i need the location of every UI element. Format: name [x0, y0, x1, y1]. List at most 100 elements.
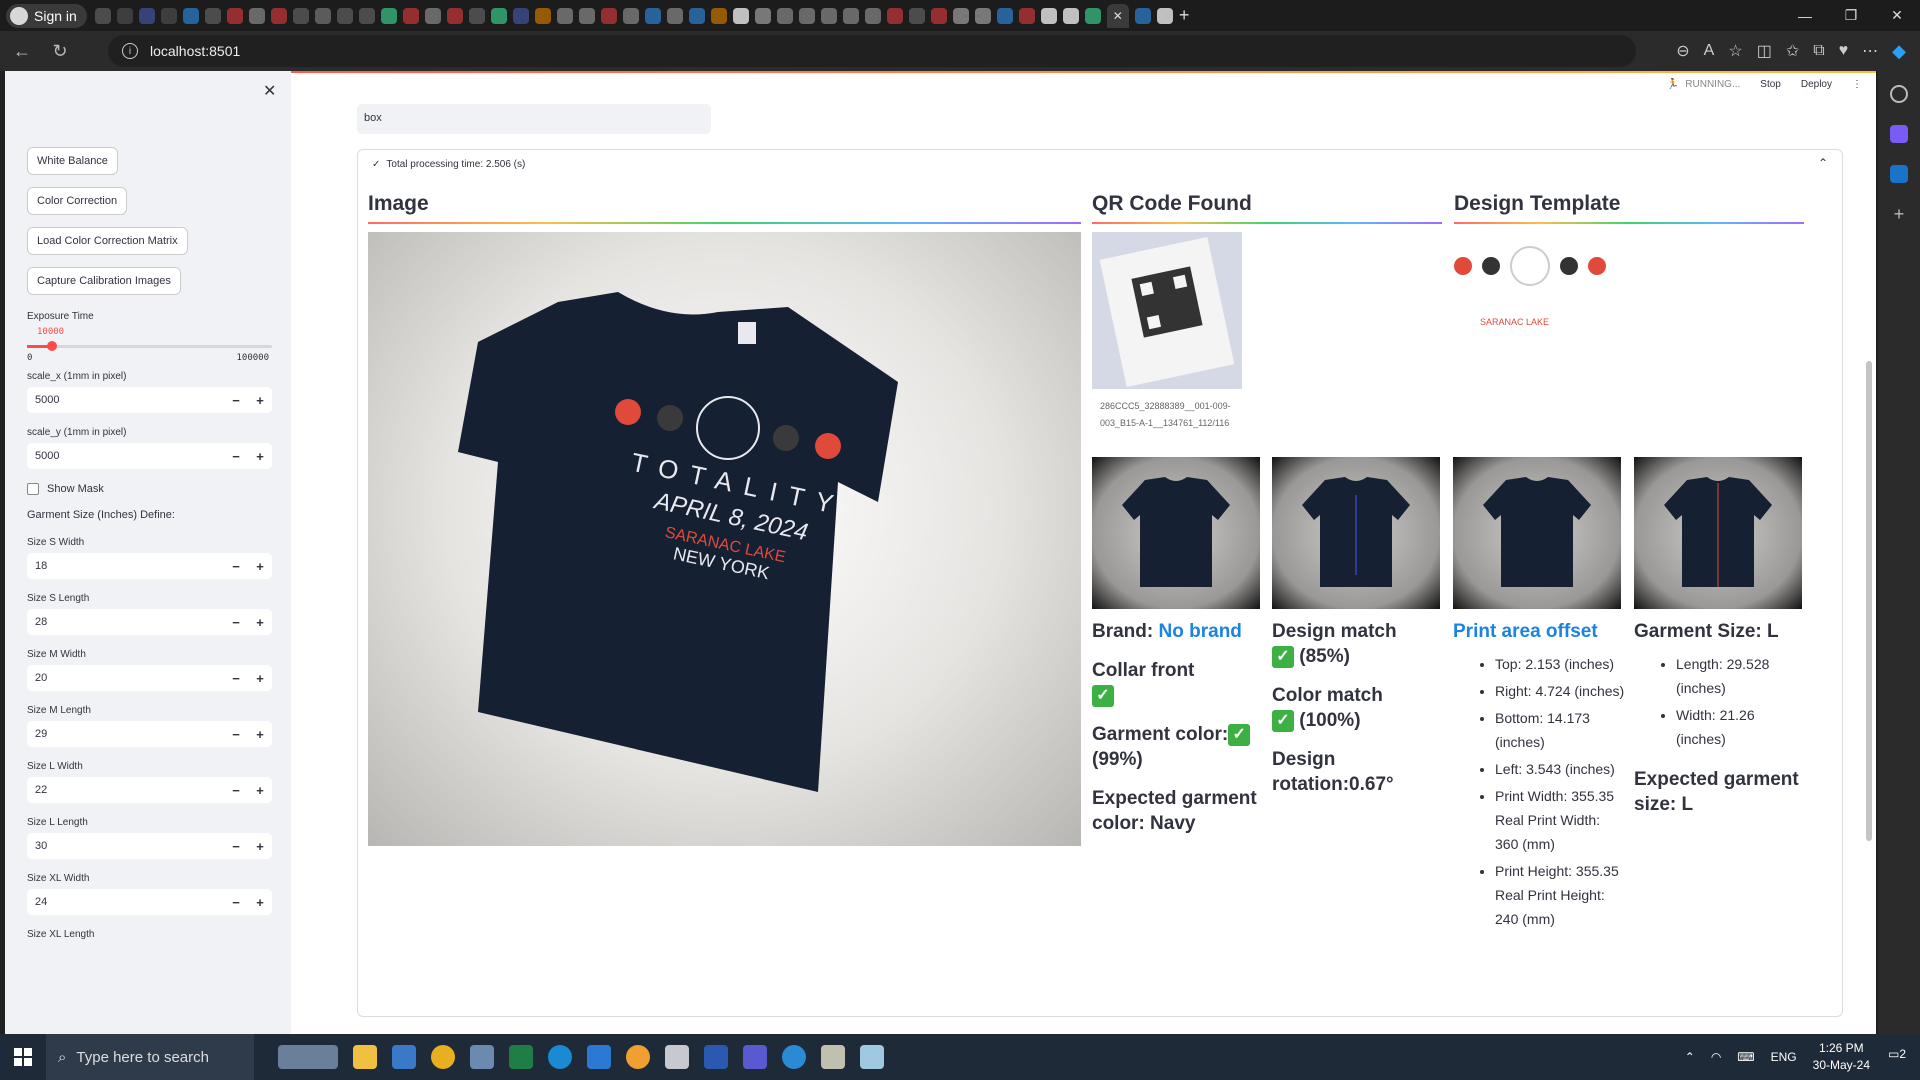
- increment-button[interactable]: +: [248, 783, 272, 798]
- excel-icon[interactable]: [509, 1045, 533, 1069]
- tab-icon[interactable]: [446, 7, 463, 24]
- tab-icon[interactable]: [490, 7, 507, 24]
- tab-icon[interactable]: [820, 7, 837, 24]
- home-assistant-icon[interactable]: [626, 1045, 650, 1069]
- page-scrollbar[interactable]: [1866, 361, 1872, 841]
- tab-icon[interactable]: [402, 7, 419, 24]
- tab-icon[interactable]: [974, 7, 991, 24]
- tab-icon[interactable]: [556, 7, 573, 24]
- size-input[interactable]: 30− +: [27, 833, 272, 859]
- tab-icon[interactable]: [578, 7, 595, 24]
- signin-button[interactable]: Sign in: [6, 3, 87, 28]
- decrement-button[interactable]: −: [224, 559, 248, 574]
- decrement-button[interactable]: −: [224, 895, 248, 910]
- size-input[interactable]: 20− +: [27, 665, 272, 691]
- tab-strip[interactable]: ✕ +: [94, 3, 1190, 28]
- tab-icon[interactable]: [226, 7, 243, 24]
- checkbox-box[interactable]: [27, 483, 39, 495]
- copilot-icon[interactable]: ◆: [1892, 41, 1906, 62]
- scale-x-input[interactable]: 5000− +: [27, 387, 272, 413]
- tab-icon[interactable]: [908, 7, 925, 24]
- expander-header[interactable]: ✓ Total processing time: 2.506 (s): [372, 159, 525, 170]
- app-icon[interactable]: [860, 1045, 884, 1069]
- main-menu-icon[interactable]: ⋮: [1852, 79, 1862, 90]
- wifi-icon[interactable]: ◠: [1711, 1050, 1721, 1064]
- start-button[interactable]: [0, 1034, 46, 1080]
- tab-icon[interactable]: [996, 7, 1013, 24]
- tab-icon[interactable]: [622, 7, 639, 24]
- stop-button[interactable]: Stop: [1760, 79, 1781, 90]
- read-aloud-icon[interactable]: A: [1704, 42, 1715, 60]
- store-icon[interactable]: [392, 1045, 416, 1069]
- new-tab-icon[interactable]: +: [1179, 5, 1190, 26]
- tab-icon[interactable]: [270, 7, 287, 24]
- app-icon[interactable]: [665, 1045, 689, 1069]
- app-icon[interactable]: [470, 1045, 494, 1069]
- exposure-slider[interactable]: 10000 0 100000: [27, 327, 272, 363]
- chevron-up-icon[interactable]: ⌃: [1818, 156, 1828, 170]
- tab-icon[interactable]: [710, 7, 727, 24]
- tab-icon[interactable]: [666, 7, 683, 24]
- tab-icon[interactable]: [1018, 7, 1035, 24]
- size-input[interactable]: 18− +: [27, 553, 272, 579]
- split-screen-icon[interactable]: ◫: [1757, 41, 1772, 61]
- tab-icon[interactable]: [94, 7, 111, 24]
- tab-icon[interactable]: [732, 7, 749, 24]
- app-icon[interactable]: [704, 1045, 728, 1069]
- decrement-button[interactable]: −: [224, 671, 248, 686]
- decrement-button[interactable]: −: [224, 449, 248, 464]
- tab-icon[interactable]: [1040, 7, 1057, 24]
- collections-icon[interactable]: ⧉: [1813, 42, 1824, 60]
- file-explorer-icon[interactable]: [353, 1045, 377, 1069]
- close-sidebar-icon[interactable]: ✕: [263, 81, 276, 101]
- color-correction-button[interactable]: Color Correction: [27, 187, 128, 215]
- tab-icon[interactable]: [842, 7, 859, 24]
- tray-chevron-icon[interactable]: ⌃: [1685, 1050, 1695, 1064]
- search-input[interactable]: box: [357, 104, 711, 134]
- close-window-icon[interactable]: ✕: [1874, 0, 1920, 31]
- active-tab-close-icon[interactable]: ✕: [1106, 3, 1129, 28]
- increment-button[interactable]: +: [248, 615, 272, 630]
- chrome-icon[interactable]: [431, 1045, 455, 1069]
- keyboard-icon[interactable]: ⌨: [1737, 1050, 1754, 1064]
- more-menu-icon[interactable]: ⋯: [1862, 41, 1878, 61]
- tab-icon[interactable]: [534, 7, 551, 24]
- tab-icon[interactable]: [776, 7, 793, 24]
- notification-icon[interactable]: ▭2: [1888, 1047, 1906, 1061]
- url-field[interactable]: i localhost:8501: [108, 35, 1636, 67]
- tab-icon[interactable]: [424, 7, 441, 24]
- tab-icon[interactable]: [1062, 7, 1079, 24]
- capture-calibration-button[interactable]: Capture Calibration Images: [27, 267, 181, 295]
- size-value[interactable]: 29: [27, 728, 224, 740]
- back-icon[interactable]: ←: [6, 35, 38, 67]
- tab-icon[interactable]: [1156, 7, 1173, 24]
- tab-icon[interactable]: [160, 7, 177, 24]
- decrement-button[interactable]: −: [224, 727, 248, 742]
- app-icon[interactable]: [782, 1045, 806, 1069]
- show-mask-checkbox[interactable]: Show Mask: [27, 483, 269, 495]
- restore-icon[interactable]: ❐: [1828, 0, 1874, 31]
- size-value[interactable]: 24: [27, 896, 224, 908]
- info-icon[interactable]: i: [122, 43, 138, 59]
- size-input[interactable]: 24− +: [27, 889, 272, 915]
- size-value[interactable]: 18: [27, 560, 224, 572]
- size-input[interactable]: 29− +: [27, 721, 272, 747]
- zoom-icon[interactable]: ⊖: [1676, 41, 1689, 61]
- tab-icon[interactable]: [204, 7, 221, 24]
- edge-icon[interactable]: [548, 1045, 572, 1069]
- slider-handle[interactable]: [46, 341, 57, 351]
- size-value[interactable]: 28: [27, 616, 224, 628]
- extensions-icon[interactable]: ♥: [1839, 42, 1849, 60]
- scale-y-input[interactable]: 5000− +: [27, 443, 272, 469]
- size-input[interactable]: 22− +: [27, 777, 272, 803]
- scale-y-value[interactable]: 5000: [27, 450, 224, 462]
- scale-x-value[interactable]: 5000: [27, 394, 224, 406]
- tab-icon[interactable]: [358, 7, 375, 24]
- tab-icon[interactable]: [798, 7, 815, 24]
- taskbar-search[interactable]: ⌕ Type here to search: [46, 1034, 254, 1080]
- tab-icon[interactable]: [468, 7, 485, 24]
- vscode-icon[interactable]: [587, 1045, 611, 1069]
- load-ccm-button[interactable]: Load Color Correction Matrix: [27, 227, 188, 255]
- increment-button[interactable]: +: [248, 839, 272, 854]
- decrement-button[interactable]: −: [224, 839, 248, 854]
